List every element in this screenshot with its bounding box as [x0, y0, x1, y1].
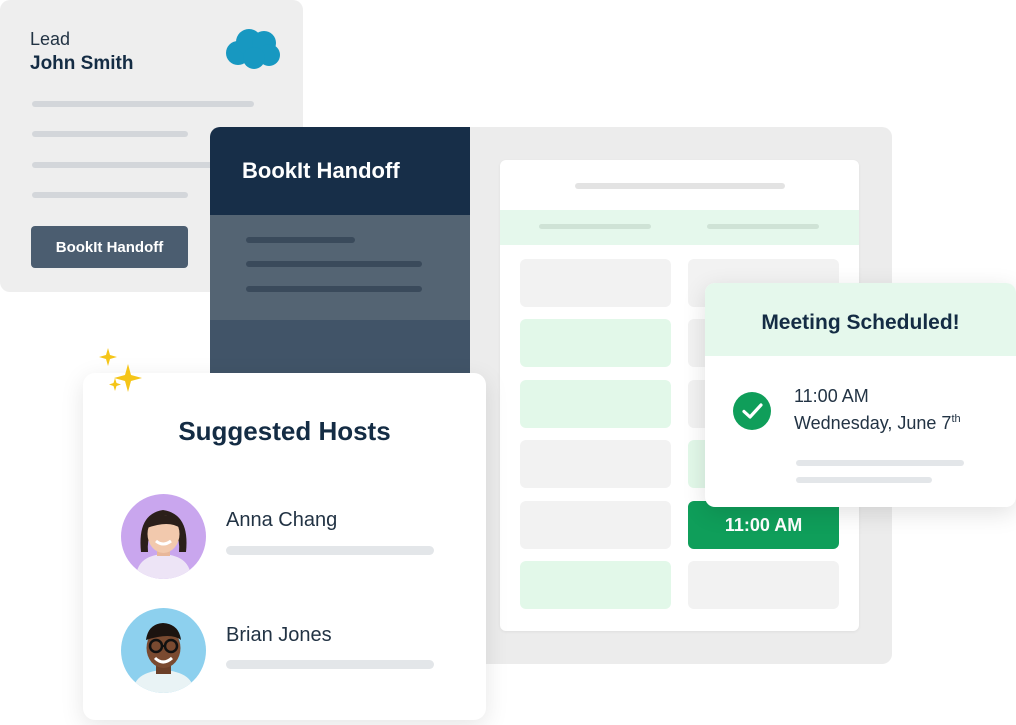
time-slot[interactable] — [520, 561, 671, 609]
time-slot[interactable] — [520, 440, 671, 488]
lead-name: John Smith — [30, 53, 134, 74]
placeholder-line — [226, 546, 434, 555]
avatar — [121, 494, 206, 579]
sparkle-icon — [99, 348, 142, 392]
selected-time-slot[interactable]: 11:00 AM — [688, 501, 839, 549]
time-slot[interactable] — [520, 259, 671, 307]
meeting-date-suffix: th — [951, 413, 961, 425]
handoff-panel-title: BookIt Handoff — [242, 158, 400, 183]
check-circle-icon — [733, 392, 771, 430]
host-name[interactable]: Anna Chang — [226, 509, 337, 532]
placeholder-line — [32, 101, 254, 107]
calendar-header-line — [575, 183, 785, 189]
time-slot[interactable] — [520, 501, 671, 549]
placeholder-line — [32, 192, 188, 198]
meeting-date: Wednesday, June 7th — [794, 413, 961, 434]
suggested-hosts-title: Suggested Hosts — [178, 416, 391, 446]
handoff-panel-body — [210, 215, 470, 320]
placeholder-line — [796, 460, 964, 466]
handoff-panel-footer — [210, 320, 470, 373]
placeholder-line — [246, 261, 422, 267]
day-label-line — [707, 224, 819, 229]
meeting-date-text: Wednesday, June 7 — [794, 413, 952, 433]
placeholder-line — [32, 131, 188, 137]
time-slot[interactable] — [520, 319, 671, 367]
lead-label: Lead — [30, 29, 71, 49]
day-label-line — [539, 224, 651, 229]
salesforce-cloud-icon — [226, 29, 280, 69]
meeting-scheduled-title: Meeting Scheduled! — [761, 311, 960, 334]
placeholder-line — [796, 477, 932, 483]
placeholder-line — [246, 237, 355, 243]
time-slot[interactable] — [520, 380, 671, 428]
avatar — [121, 608, 206, 693]
bookit-handoff-button[interactable]: BookIt Handoff — [31, 226, 188, 268]
placeholder-line — [246, 286, 422, 292]
host-name[interactable]: Brian Jones — [226, 624, 332, 647]
meeting-time: 11:00 AM — [794, 386, 869, 406]
time-slot[interactable] — [688, 561, 839, 609]
placeholder-line — [226, 660, 434, 669]
